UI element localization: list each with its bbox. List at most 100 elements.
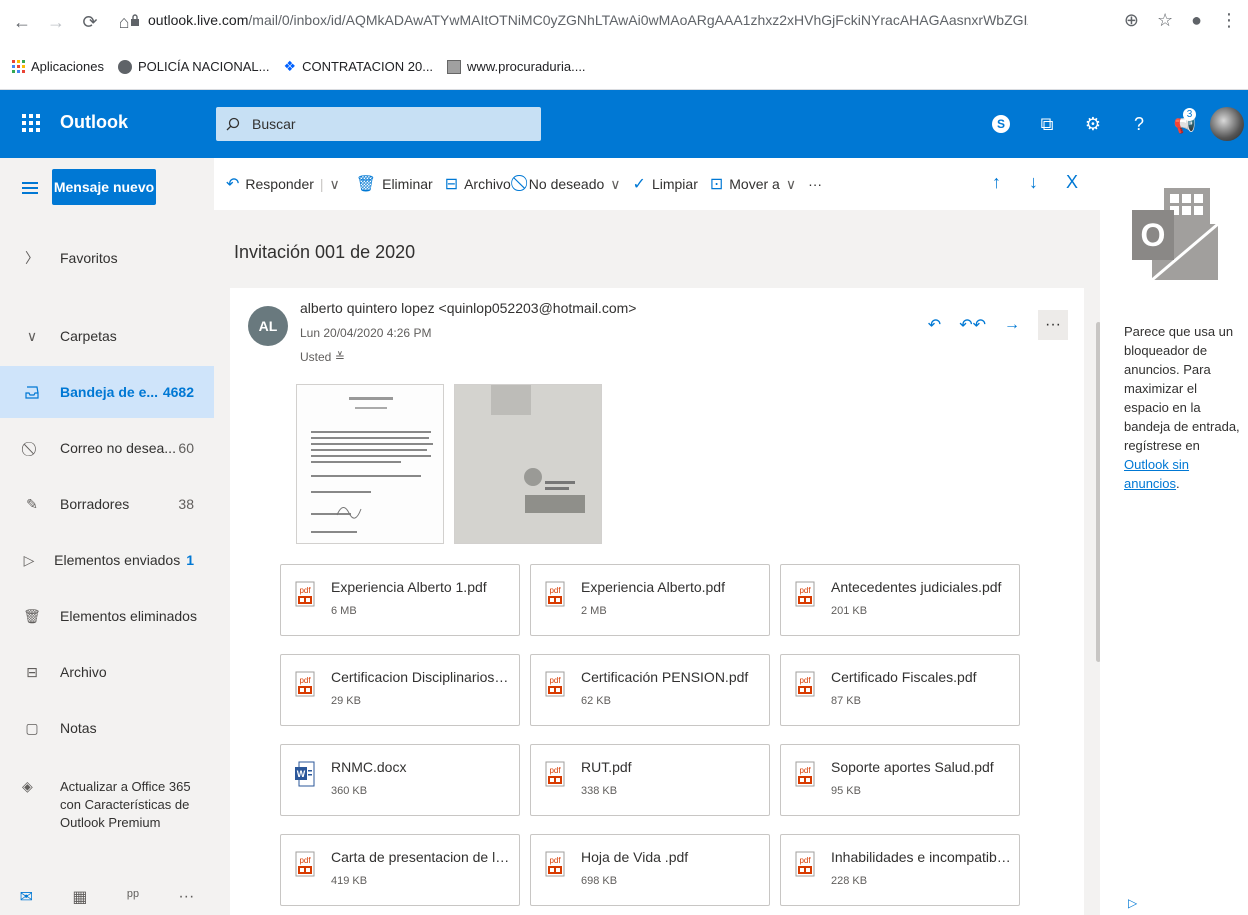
profile-icon[interactable]: ● (1191, 10, 1202, 31)
previous-item-arrow-icon[interactable]: ↑ (992, 172, 1001, 193)
attachment-name: Antecedentes judiciales.pdf (831, 579, 1002, 595)
attachment-card[interactable]: pdf Carta de presentacion de la p... 419 K… (280, 834, 520, 906)
attachment-card[interactable]: W RNMC.docx 360 KB (280, 744, 520, 816)
attachment-card[interactable]: pdf RUT.pdf 338 KB (530, 744, 770, 816)
sidebar-item-label: Borradores (60, 496, 130, 512)
search-input[interactable] (252, 116, 512, 132)
forward-icon[interactable]: → (1004, 316, 1020, 334)
pdf-file-icon: pdf (295, 851, 315, 877)
document-scan-image (297, 385, 443, 543)
item-count: 38 (178, 496, 194, 512)
attachment-card[interactable]: pdf Experiencia Alberto 1.pdf 6 MB (280, 564, 520, 636)
bookmark-contratacion[interactable]: ❖ CONTRATACION 20... (284, 58, 434, 75)
search-box[interactable] (216, 107, 541, 141)
sidebar-item-junk[interactable]: ⃠ Correo no desea... 60 (0, 422, 214, 474)
zoom-icon[interactable]: ⊕ (1124, 10, 1139, 31)
id-card-scan-image (455, 385, 601, 543)
search-icon (226, 117, 240, 131)
sidebar-item-drafts[interactable]: ✎ Borradores 38 (0, 478, 214, 530)
close-icon[interactable]: X (1066, 172, 1078, 193)
reply-icon[interactable]: ↶ (928, 315, 941, 335)
sidebar-item-sent[interactable]: ▷ Elementos enviados 1 (0, 534, 214, 586)
sidebar-item-inbox[interactable]: Bandeja de e... 4682 (0, 366, 214, 418)
recipient-toggle[interactable]: Usted ≚ (300, 350, 345, 364)
junk-button[interactable]: ⃠No deseado∨ (523, 175, 621, 193)
sidebar-item-label: Notas (60, 720, 97, 736)
skype-button[interactable]: S (978, 90, 1024, 158)
favorites-toggle[interactable]: 〉 Favoritos (0, 232, 214, 284)
sender-avatar[interactable]: AL (248, 306, 288, 346)
forward-arrow-icon[interactable]: → (44, 10, 68, 34)
kebab-menu-icon[interactable]: ⋮ (1220, 10, 1238, 31)
brand-title[interactable]: Outlook (60, 112, 128, 133)
next-item-arrow-icon[interactable]: ↓ (1029, 172, 1038, 193)
delete-button[interactable]: 🗑 Eliminar (356, 174, 433, 194)
svg-text:pdf: pdf (799, 586, 811, 595)
settings-button[interactable]: ⚙ (1070, 90, 1116, 158)
gear-icon: ⚙ (1084, 113, 1102, 134)
attachment-card[interactable]: pdf Experiencia Alberto.pdf 2 MB (530, 564, 770, 636)
reply-all-icon[interactable]: ↶↶ (959, 315, 986, 335)
my-day-button[interactable]: ⧉ (1024, 90, 1070, 158)
chevron-down-icon: ∨ (26, 327, 38, 344)
sidebar-item-archive[interactable]: ⊟ Archivo (0, 646, 214, 698)
people-icon[interactable]: ᵖᵖ (127, 888, 139, 906)
image-attachment-thumbnail[interactable] (296, 384, 444, 544)
address-bar[interactable]: outlook.live.com/mail/0/inbox/id/AQMkADA… (148, 12, 1028, 28)
more-options-button[interactable]: ··· (1038, 310, 1068, 340)
favorites-label: Favoritos (60, 250, 118, 266)
bookmark-policia[interactable]: POLICÍA NACIONAL... (118, 59, 270, 74)
attachment-card[interactable]: pdf Certificado Fiscales.pdf 87 KB (780, 654, 1020, 726)
adchoices-icon[interactable]: ▷ (1128, 896, 1137, 910)
move-to-button[interactable]: ⊡ Mover a ∨ (710, 174, 796, 194)
upgrade-text: Actualizar a Office 365 con Característi… (60, 779, 191, 830)
bookmark-apps[interactable]: Aplicaciones (12, 59, 104, 74)
chevron-right-icon: 〉 (25, 250, 39, 266)
sidebar-item-deleted[interactable]: 🗑 Elementos eliminados (0, 590, 214, 642)
bookmark-procuraduria[interactable]: www.procuraduria.... (447, 59, 586, 74)
attachment-card[interactable]: pdf Antecedentes judiciales.pdf 201 KB (780, 564, 1020, 636)
image-attachment-thumbnail[interactable] (454, 384, 602, 544)
site-icon (447, 59, 462, 74)
back-arrow-icon[interactable]: ← (10, 10, 34, 34)
whats-new-button[interactable]: 📢 3 (1162, 90, 1208, 158)
archive-button[interactable]: ⊟ Archivo (445, 174, 511, 194)
sidebar-item-notes[interactable]: ▢ Notas (0, 702, 214, 754)
reply-button[interactable]: ↶ Responder (226, 174, 314, 194)
help-button[interactable]: ? (1116, 90, 1162, 158)
star-icon[interactable]: ☆ (1157, 10, 1173, 31)
attachment-card[interactable]: pdf Hoja de Vida .pdf 698 KB (530, 834, 770, 906)
attachment-card[interactable]: pdf Certificacion Disciplinarios.pdf 29 KB (280, 654, 520, 726)
attachment-name: Certificado Fiscales.pdf (831, 669, 977, 685)
sweep-button[interactable]: ✓ Limpiar (633, 174, 698, 194)
svg-text:O: O (1141, 217, 1166, 253)
delete-label: Eliminar (382, 176, 433, 192)
reply-options-chevron-icon[interactable]: ∨ (330, 176, 340, 193)
attachment-name: Experiencia Alberto.pdf (581, 579, 725, 595)
more-actions-button[interactable]: ··· (808, 176, 822, 192)
bookmarks-bar: Aplicaciones POLICÍA NACIONAL... ❖ CONTR… (0, 44, 1248, 90)
account-button[interactable] (1208, 90, 1248, 158)
diamond-icon: ◈ (22, 778, 33, 794)
mail-icon[interactable]: ✉ (20, 887, 33, 907)
calendar-icon[interactable]: ▦ (72, 887, 87, 907)
app-launcher-icon[interactable] (22, 114, 40, 132)
more-apps-icon[interactable]: ··· (178, 888, 194, 906)
upgrade-premium-link[interactable]: ◈ Actualizar a Office 365 con Caracterís… (0, 778, 214, 832)
attachment-name: Experiencia Alberto 1.pdf (331, 579, 487, 595)
attachment-name: Certificación PENSION.pdf (581, 669, 749, 685)
new-message-button[interactable]: Mensaje nuevo (52, 169, 156, 205)
attachment-size: 87 KB (831, 695, 861, 707)
attachment-card[interactable]: pdf Certificación PENSION.pdf 62 KB (530, 654, 770, 726)
attachment-card[interactable]: pdf Inhabilidades e incompatibili... 228 K… (780, 834, 1020, 906)
sidebar-item-label: Correo no desea... (60, 440, 176, 456)
folders-toggle[interactable]: ∨ Carpetas (0, 310, 214, 362)
sender-name[interactable]: alberto quintero lopez <quinlop052203@ho… (300, 300, 636, 316)
ad-text-tail: . (1176, 476, 1180, 491)
hamburger-icon[interactable] (22, 182, 38, 194)
folder-pane: Mensaje nuevo 〉 Favoritos ∨ Carpetas Ban… (0, 158, 214, 915)
attachment-card[interactable]: pdf Soporte aportes Salud.pdf 95 KB (780, 744, 1020, 816)
pdf-file-icon: pdf (545, 581, 565, 607)
reload-icon[interactable]: ⟳ (78, 10, 102, 34)
pdf-file-icon: pdf (545, 851, 565, 877)
